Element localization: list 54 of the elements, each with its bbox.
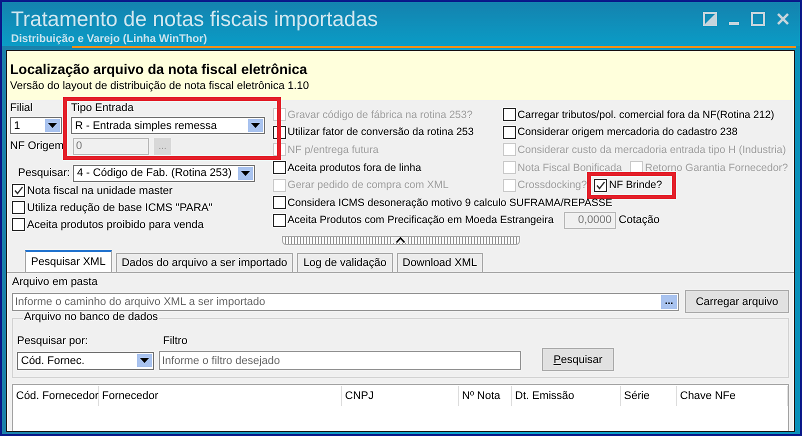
checkbox[interactable]: Carregar tributos/pol. comercial fora da NF(Rotina 212) xyxy=(502,106,774,124)
caret-down-icon xyxy=(251,123,260,128)
splitter-handle[interactable] xyxy=(282,236,520,245)
load-file-button[interactable]: Carregar arquivo xyxy=(685,290,789,313)
column-header[interactable]: CNPJ xyxy=(342,386,459,406)
field-label: Cotação xyxy=(618,214,660,226)
filter-field[interactable]: Informe o filtro desejado xyxy=(159,351,521,370)
tab[interactable]: Log de validação xyxy=(297,253,392,272)
search-button[interactable]: Pesquisar xyxy=(542,348,614,371)
checkbox[interactable]: Aceita Produtos com Precificação em Moeda Estrangeira xyxy=(272,212,554,229)
checkbox[interactable]: NF Brinde? xyxy=(594,176,662,194)
checkbox[interactable]: Aceita produtos proibido para venda xyxy=(12,216,270,233)
column-header[interactable]: Série xyxy=(621,386,677,406)
diagonal-square-icon[interactable] xyxy=(703,12,717,26)
checkbox[interactable]: Considera ICMS desoneração motivo 9 calculo SUFRAMA/REPASSE xyxy=(272,194,612,212)
tab[interactable]: Dados do arquivo a ser importado xyxy=(116,253,294,272)
close-icon[interactable] xyxy=(776,12,790,26)
tab[interactable]: Pesquisar XML xyxy=(25,250,112,272)
window-subtitle: Distribuição e Varejo (Linha WinThor) xyxy=(11,33,208,45)
section-title: Localização arquivo da nota fiscal eletrônica xyxy=(10,61,308,77)
dropdown[interactable]: Cód. Fornec. xyxy=(17,352,154,370)
browse-button[interactable]: ... xyxy=(661,294,677,308)
column-header[interactable]: Dt. Emissão xyxy=(512,386,621,406)
caret-down-icon xyxy=(241,170,250,176)
field-label: Filial xyxy=(10,101,34,115)
dropdown[interactable]: R - Entrada simples remessa xyxy=(71,117,265,134)
checkbox[interactable]: Utiliza redução de base ICMS "PARA" xyxy=(12,199,270,216)
checkbox[interactable]: Nota fiscal na unidade master xyxy=(12,182,270,199)
input-field[interactable]: Informe o caminho do arquivo XML a ser importado ... xyxy=(12,292,679,310)
version-text: Versão do layout de distribuição de nota fiscal eletrônica 1.10 xyxy=(10,80,310,92)
column-header[interactable]: Cód. Fornecedor xyxy=(13,386,99,406)
checkmark-icon xyxy=(594,180,606,191)
dropdown[interactable]: 4 - Código de Fab. (Rotina 253) xyxy=(73,164,255,182)
field-label: NF Origem xyxy=(10,140,65,152)
column-header[interactable]: Chave NFe xyxy=(677,386,788,406)
caret-down-icon xyxy=(140,358,149,363)
checkbox[interactable]: Utilizar fator de conversão da rotina 253 xyxy=(272,124,495,141)
column-header[interactable]: Fornecedor xyxy=(99,386,342,406)
caret-down-icon xyxy=(48,123,57,128)
caret-up-icon xyxy=(393,237,408,243)
checkbox[interactable]: Aceita produtos fora de linha xyxy=(272,159,495,176)
tab[interactable]: Download XML xyxy=(396,253,484,272)
dropdown[interactable]: 1 xyxy=(10,117,62,134)
field-label: Tipo Entrada xyxy=(71,101,135,115)
group-title: Arquivo no banco de dados xyxy=(23,311,159,323)
field-label: Pesquisar por: xyxy=(17,334,89,348)
window-title: Tratamento de notas fiscais importadas xyxy=(11,8,378,32)
field-label: Filtro xyxy=(163,334,188,348)
field-label: Pesquisar: xyxy=(17,167,71,179)
column-header[interactable]: Nº Nota xyxy=(459,386,512,406)
checkmark-icon xyxy=(13,185,24,196)
group-label: Arquivo em pasta xyxy=(12,275,99,289)
checkbox[interactable]: Considerar origem mercadoria do cadastro 238 xyxy=(502,124,738,141)
maximize-icon[interactable] xyxy=(751,12,765,26)
